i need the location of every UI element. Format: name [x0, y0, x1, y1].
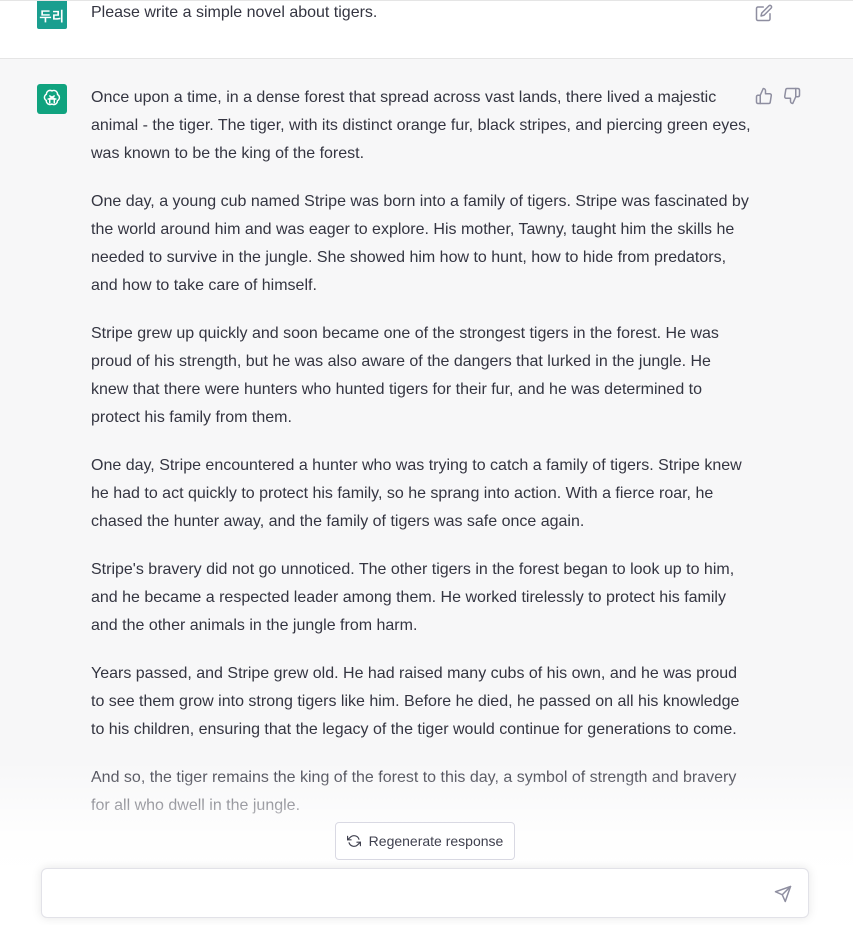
- user-avatar: 두리: [37, 1, 67, 29]
- regenerate-response-button[interactable]: Regenerate response: [335, 822, 515, 860]
- assistant-avatar: [37, 84, 67, 114]
- chat-page: 두리 Please write a simple novel about tig…: [0, 0, 853, 925]
- reply-paragraph: Stripe's bravery did not go unnoticed. T…: [91, 561, 735, 634]
- reply-paragraph: And so, the tiger remains the king of th…: [91, 769, 737, 814]
- user-message-row: 두리 Please write a simple novel about tig…: [0, 0, 853, 59]
- regenerate-label: Regenerate response: [368, 833, 504, 849]
- openai-logo-icon: [43, 89, 61, 106]
- refresh-icon: [346, 835, 361, 847]
- thumbs-down-icon[interactable]: [783, 87, 801, 105]
- user-message-text: Please write a simple novel about tigers…: [91, 4, 378, 21]
- reply-paragraph: One day, a young cub named Stripe was bo…: [91, 193, 749, 294]
- assistant-message-row: Once upon a time, in a dense forest that…: [0, 59, 853, 925]
- message-input[interactable]: [56, 881, 760, 909]
- thumbs-up-icon[interactable]: [755, 87, 773, 105]
- reply-paragraph: Years passed, and Stripe grew old. He ha…: [91, 665, 740, 738]
- reply-paragraph: Stripe grew up quickly and soon became o…: [91, 325, 719, 426]
- message-input-box: [41, 868, 809, 918]
- assistant-reply: Once upon a time, in a dense forest that…: [91, 84, 751, 840]
- reply-paragraph: Once upon a time, in a dense forest that…: [91, 89, 751, 162]
- send-icon[interactable]: [774, 885, 792, 903]
- reply-paragraph: One day, Stripe encountered a hunter who…: [91, 457, 742, 530]
- edit-icon[interactable]: [755, 4, 773, 22]
